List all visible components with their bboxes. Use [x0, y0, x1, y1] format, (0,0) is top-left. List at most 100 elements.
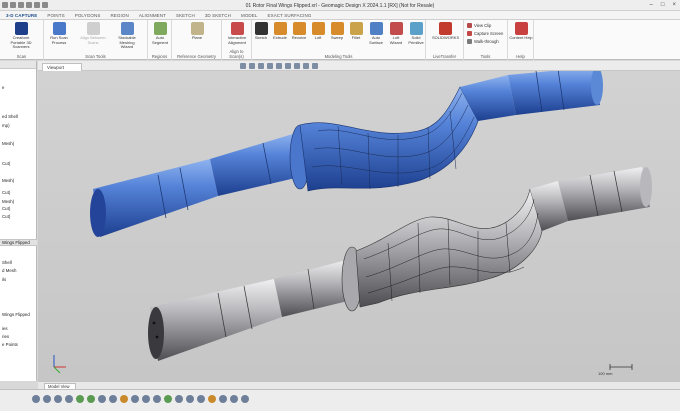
- brush-select-icon[interactable]: [54, 395, 62, 403]
- auto-segment-button[interactable]: Auto Segment: [148, 22, 172, 45]
- rect-select-icon[interactable]: [65, 395, 73, 403]
- lasso-icon[interactable]: [43, 395, 51, 403]
- tab-sketch[interactable]: SKETCH: [176, 13, 195, 18]
- plane-button[interactable]: Plane: [184, 22, 210, 41]
- sweep-button[interactable]: Sweep: [328, 22, 346, 41]
- auto-surface-button[interactable]: Auto Surface: [366, 22, 386, 45]
- deviation-icon[interactable]: [175, 395, 183, 403]
- tab-3d-capture[interactable]: 3-D CAPTURE: [6, 13, 37, 18]
- warning-icon[interactable]: [208, 395, 216, 403]
- tree-item[interactable]: Mesh): [2, 199, 14, 204]
- extrude-button[interactable]: Extrude: [271, 22, 289, 41]
- visibility-icon[interactable]: [109, 395, 117, 403]
- view-front-icon[interactable]: [240, 63, 246, 69]
- close-icon[interactable]: ×: [672, 2, 676, 8]
- tab-viewport[interactable]: Viewport: [42, 63, 82, 71]
- tab-region[interactable]: REGION: [110, 13, 128, 18]
- tree-item[interactable]: Mesh): [2, 178, 14, 183]
- tree-item[interactable]: Cut): [2, 161, 10, 166]
- align-between-scans-button[interactable]: Align Between Scans: [80, 22, 106, 45]
- walk-through-icon: [467, 39, 472, 44]
- group-scan: Creaform Portable 3D Scanners Scan: [0, 20, 44, 60]
- tab-alignment[interactable]: ALIGNMENT: [139, 13, 166, 18]
- tab-polygons[interactable]: POLYGONS: [75, 13, 101, 18]
- info-icon[interactable]: [219, 395, 227, 403]
- tab-points[interactable]: POINTS: [47, 13, 64, 18]
- tree-item[interactable]: Cut): [2, 190, 10, 195]
- tree-item[interactable]: Cut): [2, 214, 10, 219]
- measure-icon[interactable]: [142, 395, 150, 403]
- help-icon: [514, 22, 528, 35]
- tree-item[interactable]: d Mesh: [2, 268, 16, 273]
- capture-screen-icon: [467, 31, 472, 36]
- view-clip-icon: [467, 23, 472, 28]
- tree-item[interactable]: e: [2, 85, 4, 90]
- tree-item[interactable]: ries: [2, 334, 9, 339]
- solidworks-button[interactable]: SOLIDWORKS: [432, 22, 459, 41]
- minimize-icon[interactable]: –: [650, 2, 653, 8]
- tree-item[interactable]: ils: [2, 277, 6, 282]
- help-small-icon[interactable]: [241, 395, 249, 403]
- interactive-alignment-button[interactable]: Interactive Alignment: [224, 22, 250, 45]
- gray-rotor-model[interactable]: [148, 167, 652, 361]
- highlight-icon[interactable]: [120, 395, 128, 403]
- settings-icon[interactable]: [197, 395, 205, 403]
- walk-through-button[interactable]: Walk-through: [467, 39, 499, 44]
- lighting-icon[interactable]: [303, 63, 309, 69]
- auto-segment-icon: [153, 22, 167, 35]
- auto-surface-icon: [369, 22, 383, 35]
- tab-model[interactable]: MODEL: [241, 13, 258, 18]
- run-scan-process-button[interactable]: Run Scan Process: [46, 22, 72, 45]
- show-points-icon[interactable]: [87, 395, 95, 403]
- accept-icon[interactable]: [164, 395, 172, 403]
- tree-item[interactable]: ed Shell: [2, 114, 18, 119]
- grid-icon[interactable]: [230, 395, 238, 403]
- group-modeling-tools: Sketch Extrude Revolve Loft Sweep Fillet…: [252, 20, 426, 60]
- tree-item[interactable]: e Points: [2, 342, 18, 347]
- selection-mode-icon[interactable]: [294, 63, 300, 69]
- bottom-toolbar: [0, 389, 680, 411]
- plane-icon: [190, 22, 204, 35]
- group-tools: View Clip Capture Screen Walk-through To…: [464, 20, 508, 60]
- model-canvas[interactable]: [38, 71, 680, 381]
- revolve-button[interactable]: Revolve: [290, 22, 308, 41]
- creaform-scanner-button[interactable]: Creaform Portable 3D Scanners: [8, 22, 34, 50]
- render-mode-icon[interactable]: [285, 63, 291, 69]
- view-clip-button[interactable]: View Clip: [467, 23, 491, 28]
- filter-icon[interactable]: [98, 395, 106, 403]
- snap-icon[interactable]: [131, 395, 139, 403]
- show-mesh-icon[interactable]: [76, 395, 84, 403]
- sketch-button[interactable]: Sketch: [252, 22, 270, 41]
- view-toolbar: [240, 63, 318, 69]
- tree-item[interactable]: mp): [2, 123, 10, 128]
- tree-item[interactable]: Mesh): [2, 141, 14, 146]
- view-options-icon[interactable]: [312, 63, 318, 69]
- scale-label: 100 mm: [598, 371, 613, 376]
- view-iso-icon[interactable]: [267, 63, 273, 69]
- view-back-icon[interactable]: [249, 63, 255, 69]
- zoom-fit-icon[interactable]: [276, 63, 282, 69]
- tree-item[interactable]: Cut): [2, 206, 10, 211]
- select-icon[interactable]: [32, 395, 40, 403]
- 3d-viewport[interactable]: 100 mm: [38, 71, 680, 381]
- loft-button[interactable]: Loft: [309, 22, 327, 41]
- panel-section-header[interactable]: Wings Flipped: [0, 239, 37, 246]
- tree-item[interactable]: Wings Flipped: [2, 312, 30, 317]
- tree-item[interactable]: ies: [2, 326, 8, 331]
- camera-icon[interactable]: [186, 395, 194, 403]
- solid-primitive-button[interactable]: Solid Primitive: [406, 22, 426, 45]
- tab-exact-surfacing[interactable]: EXACT SURFACING: [268, 13, 312, 18]
- sweep-icon: [330, 22, 344, 35]
- loft-wizard-button[interactable]: Loft Wizard: [387, 22, 405, 45]
- content-help-button[interactable]: Content Help: [508, 22, 534, 41]
- meshing-wizard-button[interactable]: Stockable Meshing Wizard: [114, 22, 140, 50]
- section-icon[interactable]: [153, 395, 161, 403]
- capture-screen-button[interactable]: Capture Screen: [467, 31, 503, 36]
- maximize-icon[interactable]: □: [661, 2, 665, 8]
- tree-item[interactable]: Shell: [2, 260, 12, 265]
- ribbon-tabs: 3-D CAPTURE POINTS POLYGONS REGION ALIGN…: [0, 11, 680, 20]
- fillet-button[interactable]: Fillet: [347, 22, 365, 41]
- view-top-icon[interactable]: [258, 63, 264, 69]
- group-livetransfer: SOLIDWORKS LiveTransfer: [426, 20, 464, 60]
- tab-3d-sketch[interactable]: 3D SKETCH: [205, 13, 231, 18]
